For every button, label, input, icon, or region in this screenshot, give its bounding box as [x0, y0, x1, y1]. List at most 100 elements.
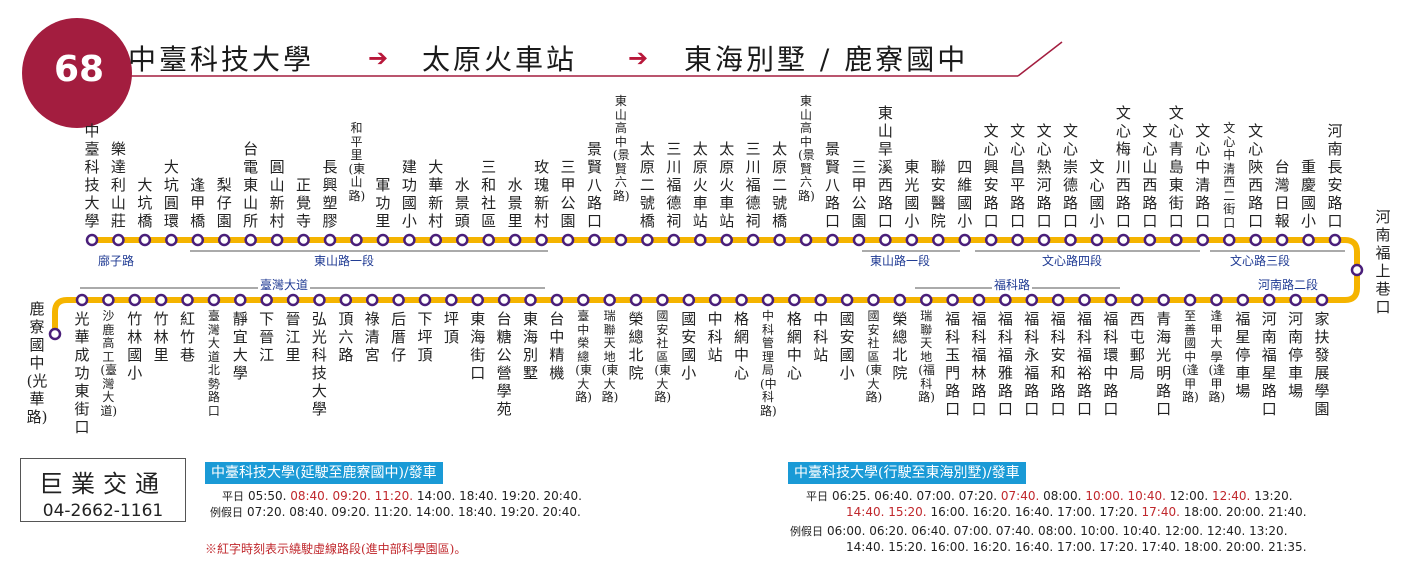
stop-marker: [1302, 233, 1315, 247]
stop-marker: [456, 233, 469, 247]
schedule-left-holiday: 例假日 07:20. 08:40. 09:20. 11:20. 14:00. 18…: [210, 505, 581, 520]
stop-marker: [112, 233, 125, 247]
route-destination: 東海別墅 / 鹿寮國中: [684, 43, 969, 76]
stop-name: 河南福星路口: [1261, 310, 1277, 418]
stop-name: 西屯郵局: [1129, 310, 1145, 382]
stop-marker: [403, 233, 416, 247]
stop-name: 河南長安路口: [1327, 122, 1343, 230]
stop-marker: [217, 233, 231, 247]
red-time-note: ※紅字時刻表示繞駛虛線路段(進中部科學園區)。: [205, 542, 467, 556]
stop-name: 光華成功東街口: [74, 310, 90, 436]
stop-marker: [1104, 293, 1118, 307]
holiday-times-line1: 06:00. 06:20. 06:40. 07:00. 07:40. 08:00…: [827, 524, 1288, 538]
stop-name: 大坑圓環: [163, 158, 179, 230]
stop-name: 台糖公營學苑: [496, 310, 512, 418]
stop-name: 文心熱河路口: [1036, 122, 1052, 230]
stop-marker: [958, 233, 971, 247]
stop-marker: [577, 293, 590, 307]
stop-name: 樂達利山莊: [110, 140, 126, 230]
route-middle: 太原火車站: [422, 43, 578, 76]
stop-name: 東山高中(景賢六路): [798, 94, 815, 203]
stop-marker: [1051, 293, 1065, 307]
stop-name: 中科站: [707, 310, 723, 364]
stop-name: 河南福上巷口: [1375, 208, 1391, 316]
stop-marker: [128, 293, 142, 307]
departure-time: 14:40.: [846, 505, 889, 519]
stop-marker: [735, 293, 748, 307]
stop-marker: [508, 233, 522, 247]
stop-name: 梨仔園: [216, 176, 232, 230]
schedule-left-header: 中臺科技大學(延駛至鹿寮國中)/發車: [205, 462, 443, 484]
road-label: 文心路四段: [1040, 252, 1105, 269]
stop-name: 重慶國小: [1301, 158, 1317, 230]
stop-marker: [1328, 233, 1342, 247]
departure-time: 05:50.: [248, 489, 291, 503]
stop-marker: [788, 293, 801, 307]
stop-marker: [365, 293, 379, 307]
stop-name: 后厝仔: [391, 310, 407, 364]
stop-marker: [323, 233, 337, 247]
stop-name: 東海別墅: [522, 310, 538, 382]
stop-marker: [840, 293, 854, 307]
stop-marker: [1275, 233, 1289, 247]
schedule-right-holiday-2: 14:40. 15:20. 16:00. 16:20. 16:40. 17:00…: [846, 540, 1307, 555]
stop-marker: [482, 233, 495, 247]
stop-marker: [297, 233, 310, 247]
departure-time: 18:00.: [1183, 505, 1226, 519]
stop-marker: [814, 293, 827, 307]
departure-time: 13:20.: [1254, 489, 1293, 503]
stop-marker: [392, 293, 405, 307]
stop-marker: [1078, 293, 1091, 307]
schedule-right-holiday: 例假日 06:00. 06:20. 06:40. 07:00. 07:40. 08…: [790, 524, 1288, 539]
company-box: 巨業交通 04-2662-1161: [20, 458, 186, 522]
departure-time: 12:40.: [1211, 489, 1255, 503]
stop-marker: [1090, 233, 1104, 247]
stop-name: 國安社區(東大路): [865, 309, 883, 404]
stop-name: 太原火車站: [692, 140, 708, 230]
stop-name: 文心國小: [1089, 158, 1105, 230]
stop-name: 福科福林路口: [971, 310, 987, 418]
stop-marker: [234, 293, 247, 307]
stop-name: 竹林國小: [127, 310, 143, 382]
stop-marker: [286, 293, 300, 307]
stop-name: 台灣日報: [1274, 158, 1290, 230]
road-label: 福科路: [992, 276, 1033, 293]
stop-marker: [656, 293, 669, 307]
route-origin: 中臺科技大學: [128, 43, 315, 76]
stop-marker: [826, 233, 839, 247]
stop-name: 瑞聯天地(東大路): [601, 309, 619, 404]
stop-name: 台中精機: [549, 310, 565, 382]
stop-marker: [260, 293, 273, 307]
weekday-times-line1: 06:25. 06:40. 07:00. 07:20. 07:40. 08:00…: [832, 489, 1293, 503]
stop-name: 逢甲大學(逢甲路): [1208, 309, 1226, 404]
stop-marker: [313, 293, 326, 307]
stop-marker: [1157, 293, 1170, 307]
stop-name: 國安國小: [839, 310, 855, 382]
stop-marker: [445, 293, 458, 307]
stop-name: 靜宜大學: [232, 310, 248, 382]
stop-marker: [984, 233, 998, 247]
stop-name: 太原二號橋: [639, 140, 655, 230]
stop-name: 逢甲橋: [190, 176, 206, 230]
stop-name: 三甲公園: [851, 158, 867, 230]
stop-name: 坪頂: [443, 310, 459, 346]
stop-name: 頂六路: [338, 310, 354, 364]
weekday-times-line2: 14:40. 15:20. 16:00. 16:20. 16:40. 17:00…: [846, 505, 1307, 519]
stop-name: 東山旱溪西路口: [877, 104, 893, 230]
stop-name: 東光國小: [904, 158, 920, 230]
stop-marker: [920, 293, 933, 307]
departure-time: 19:20.: [501, 489, 544, 503]
stop-name: 文心青島東街口: [1168, 104, 1184, 230]
stop-name: 福科永福路口: [1024, 310, 1040, 418]
stop-marker: [932, 233, 945, 247]
stop-marker: [641, 233, 654, 247]
stop-marker: [682, 293, 696, 307]
stop-marker: [720, 233, 733, 247]
departure-time: 17:00.: [1057, 505, 1100, 519]
stop-name: 國安社區(東大路): [654, 309, 672, 404]
stop-name: 文心興安路口: [983, 122, 999, 230]
stop-marker: [376, 233, 390, 247]
schedule-right-header: 中臺科技大學(行駛至東海別墅)/發車: [788, 462, 1026, 484]
departure-time: 15:20.: [888, 505, 931, 519]
departure-time: 16:00.: [930, 505, 973, 519]
